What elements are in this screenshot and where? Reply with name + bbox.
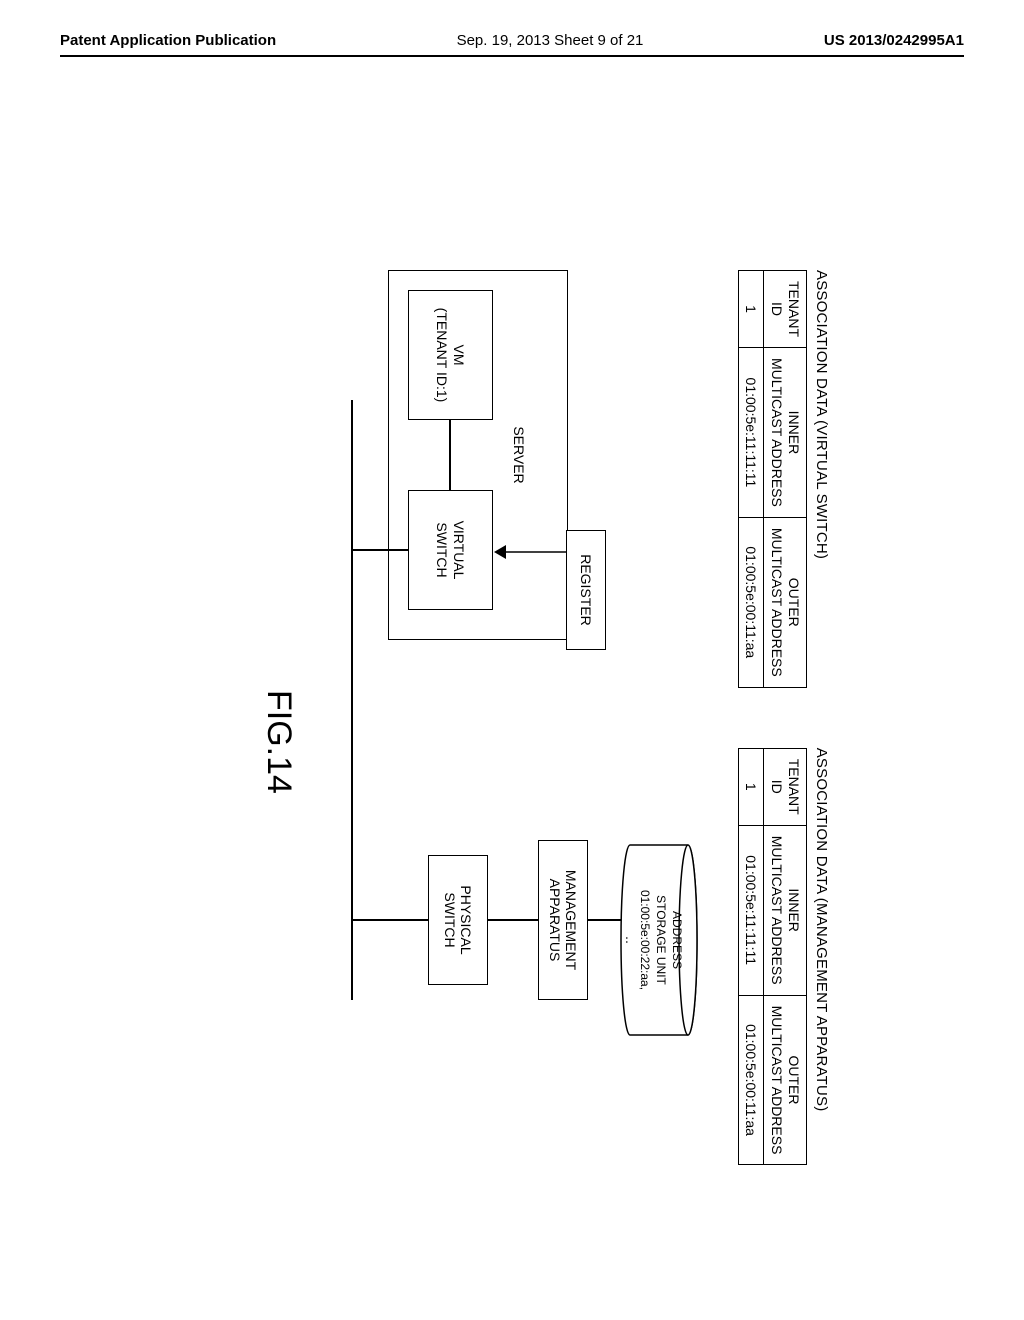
vswitch-label-1: VIRTUAL — [450, 521, 467, 580]
col-tenant-id: TENANTID — [764, 748, 807, 825]
table-management-apparatus: ASSOCIATION DATA (MANAGEMENT APPARATUS) … — [738, 748, 830, 1166]
table-virtual-switch: ASSOCIATION DATA (VIRTUAL SWITCH) TENANT… — [738, 270, 830, 688]
network-diagram: SERVER VM (TENANT ID:1) VIRTUAL SWITCH R… — [288, 270, 688, 1320]
cell-tenant-id: 1 — [738, 748, 764, 825]
association-table-mgmt: TENANTID INNERMULTICAST ADDRESS OUTERMUL… — [738, 748, 807, 1166]
table-header-row: TENANTID INNERMULTICAST ADDRESS OUTERMUL… — [764, 748, 807, 1165]
vm-label-2: (TENANT ID:1) — [433, 308, 450, 403]
header-right: US 2013/0242995A1 — [824, 32, 964, 49]
vm-box: VM (TENANT ID:1) — [408, 290, 493, 420]
register-box: REGISTER — [566, 530, 606, 650]
table-caption: ASSOCIATION DATA (VIRTUAL SWITCH) — [813, 270, 830, 688]
col-outer-multicast: OUTERMULTICAST ADDRESS — [764, 517, 807, 687]
connector-physical-mgmt — [488, 919, 538, 921]
connector-vswitch-bus — [353, 549, 408, 551]
virtual-switch-box: VIRTUAL SWITCH — [408, 490, 493, 610]
col-outer-multicast: OUTERMULTICAST ADDRESS — [764, 995, 807, 1165]
tables-row: ASSOCIATION DATA (VIRTUAL SWITCH) TENANT… — [738, 270, 830, 1320]
storage-label-4: ‥ — [623, 936, 637, 944]
table-row: 1 01:00:5e:11:11:11 01:00:5e:00:11:aa — [738, 748, 764, 1165]
figure-number: FIG.14 — [259, 690, 298, 794]
pswitch-label-2: SWITCH — [441, 892, 458, 947]
association-table-vswitch: TENANTID INNERMULTICAST ADDRESS OUTERMUL… — [738, 270, 807, 688]
mgmt-label-1: MANAGEMENT — [563, 870, 580, 970]
table-row: 1 01:00:5e:11:11:11 01:00:5e:00:11:aa — [738, 271, 764, 688]
connector-bus — [351, 400, 353, 1000]
col-inner-multicast: INNERMULTICAST ADDRESS — [764, 825, 807, 995]
cell-inner: 01:00:5e:11:11:11 — [738, 825, 764, 995]
rotated-drawing: ASSOCIATION DATA (VIRTUAL SWITCH) TENANT… — [288, 270, 830, 1320]
figure-content: ASSOCIATION DATA (VIRTUAL SWITCH) TENANT… — [0, 140, 1024, 1320]
vswitch-label-2: SWITCH — [433, 522, 450, 577]
cell-tenant-id: 1 — [738, 271, 764, 348]
cell-outer: 01:00:5e:00:11:aa — [738, 995, 764, 1165]
connector-vm-vswitch — [449, 420, 451, 490]
storage-label-1: ADDRESS — [670, 911, 684, 969]
management-apparatus-box: MANAGEMENT APPARATUS — [538, 840, 588, 1000]
storage-text: ADDRESS STORAGE UNIT 01:00:5e:00:22:aa, … — [621, 840, 683, 1040]
register-label: REGISTER — [577, 554, 594, 626]
header-center: Sep. 19, 2013 Sheet 9 of 21 — [457, 32, 644, 49]
header-rule — [60, 55, 964, 57]
storage-label-3: 01:00:5e:00:22:aa, — [638, 890, 652, 990]
page-header: Patent Application Publication Sep. 19, … — [0, 32, 1024, 57]
table-caption: ASSOCIATION DATA (MANAGEMENT APPARATUS) — [813, 748, 830, 1166]
col-inner-multicast: INNERMULTICAST ADDRESS — [764, 348, 807, 518]
vm-label-1: VM — [450, 345, 467, 366]
physical-switch-box: PHYSICAL SWITCH — [428, 855, 488, 985]
storage-label-2: STORAGE UNIT — [654, 895, 668, 985]
table-header-row: TENANTID INNERMULTICAST ADDRESS OUTERMUL… — [764, 271, 807, 688]
col-tenant-id: TENANTID — [764, 271, 807, 348]
mgmt-label-2: APPARATUS — [546, 879, 563, 962]
pswitch-label-1: PHYSICAL — [458, 885, 475, 954]
server-label: SERVER — [510, 426, 527, 483]
cell-inner: 01:00:5e:11:11:11 — [738, 348, 764, 518]
address-storage-cylinder: ADDRESS STORAGE UNIT 01:00:5e:00:22:aa, … — [618, 840, 698, 1040]
header-left: Patent Application Publication — [60, 32, 276, 49]
cell-outer: 01:00:5e:00:11:aa — [738, 517, 764, 687]
connector-bus-physical — [353, 919, 428, 921]
